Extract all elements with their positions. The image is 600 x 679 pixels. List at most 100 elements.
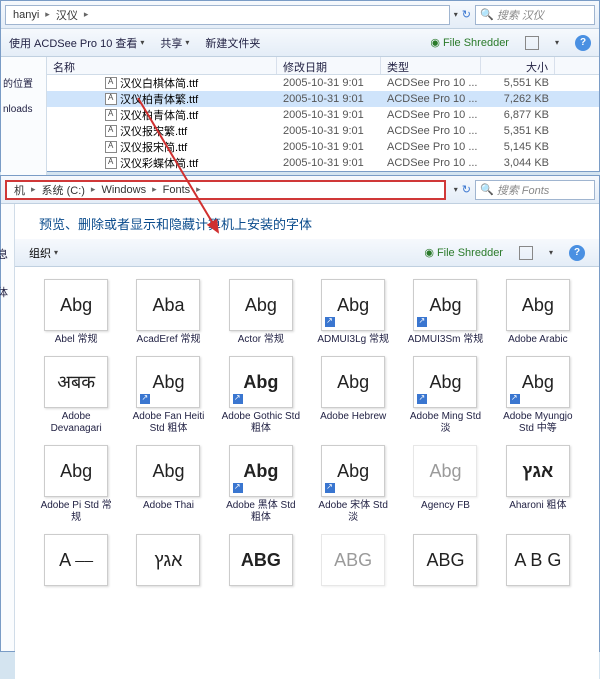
font-name-label: Actor 常规: [238, 334, 284, 346]
crumb[interactable]: 汉仪: [53, 6, 81, 24]
col-date[interactable]: 修改日期: [277, 57, 381, 74]
font-item[interactable]: AbgAdobe 黑体 Std 粗体: [218, 445, 304, 524]
font-sample: Aba: [152, 295, 184, 316]
search-input[interactable]: 🔍 搜索 Fonts: [475, 180, 595, 200]
search-icon: 🔍: [480, 183, 494, 196]
font-item[interactable]: AbaAcadEref 常规: [125, 279, 211, 346]
table-row[interactable]: 汉仪白棋体简.ttf2005-10-31 9:01ACDSee Pro 10 .…: [47, 75, 599, 91]
font-item[interactable]: AbgAdobe Thai: [125, 445, 211, 524]
acdsee-button[interactable]: 使用 ACDSee Pro 10 查看▾: [9, 35, 144, 51]
crumb[interactable]: Windows: [98, 183, 149, 197]
crumb[interactable]: 系统 (C:): [39, 181, 88, 199]
col-type[interactable]: 类型: [381, 57, 481, 74]
shortcut-icon: [139, 393, 151, 405]
font-name-label: ADMUI3Sm 常规: [408, 334, 484, 346]
dropdown-icon[interactable]: ▾: [454, 10, 458, 19]
sidebar-fragment: 息 体: [1, 204, 15, 651]
file-shredder-button[interactable]: ◉ File Shredder: [430, 36, 509, 49]
font-item[interactable]: अबकAdobe Devanagari: [33, 356, 119, 435]
font-item[interactable]: Abg Adobe Arabic: [495, 279, 581, 346]
table-row[interactable]: 汉仪报宋繁.ttf2005-10-31 9:01ACDSee Pro 10 ..…: [47, 123, 599, 139]
shortcut-icon: [509, 393, 521, 405]
font-item[interactable]: AbgAdobe Pi Std 常规: [33, 445, 119, 524]
font-name-label: Adobe Ming Std 淡: [405, 411, 485, 435]
font-item[interactable]: AbgAdobe Hebrew: [310, 356, 396, 435]
view-icon[interactable]: [519, 246, 533, 260]
file-shredder-button[interactable]: ◉ File Shredder: [424, 246, 503, 259]
font-sample: Abg: [60, 461, 92, 482]
table-row[interactable]: 汉仪彩蝶体简.ttf2005-10-31 9:01ACDSee Pro 10 .…: [47, 155, 599, 171]
font-sample: Abg: [243, 461, 278, 482]
font-sample: Abg: [429, 372, 461, 393]
font-item[interactable]: A B G: [495, 534, 581, 589]
font-name-label: Adobe 宋体 Std 淡: [313, 500, 393, 524]
font-item[interactable]: A ⎯⎯: [33, 534, 119, 589]
font-sample: A ⎯⎯: [59, 550, 93, 571]
file-icon: [105, 125, 117, 137]
font-sample: Abg: [245, 295, 277, 316]
font-name-label: Adobe Gothic Std 粗体: [221, 411, 301, 435]
share-button[interactable]: 共享▾: [160, 35, 189, 51]
font-item[interactable]: ABG: [310, 534, 396, 589]
font-sample: Abg: [429, 461, 461, 482]
font-sample: Abg: [522, 372, 554, 393]
font-sample: אגץ: [154, 550, 182, 571]
view-icon[interactable]: [525, 36, 539, 50]
font-item[interactable]: AbgAdobe Fan Heiti Std 粗体: [125, 356, 211, 435]
font-item[interactable]: AbgAbel 常规: [33, 279, 119, 346]
font-item[interactable]: Abg ADMUI3Sm 常规: [402, 279, 488, 346]
col-size[interactable]: 大小: [481, 57, 555, 74]
font-item[interactable]: AbgAdobe Gothic Std 粗体: [218, 356, 304, 435]
chevron-right-icon: ▸: [84, 9, 89, 20]
address-bar: hanyi ▸ 汉仪 ▸ ▾ ↻ 🔍 搜索 汉仪: [1, 1, 599, 29]
dropdown-icon[interactable]: ▾: [454, 185, 458, 194]
address-bar: 机▸ 系统 (C:)▸ Windows▸ Fonts▸ ▾ ↻ 🔍 搜索 Fon…: [1, 176, 599, 204]
toolbar: 使用 ACDSee Pro 10 查看▾ 共享▾ 新建文件夹 ◉ File Sh…: [1, 29, 599, 57]
font-sample: ABG: [334, 550, 372, 571]
shortcut-icon: [416, 393, 428, 405]
help-icon[interactable]: ?: [569, 245, 585, 261]
file-icon: [105, 77, 117, 89]
refresh-icon[interactable]: ↻: [462, 8, 471, 21]
table-row[interactable]: 汉仪报宋简.ttf2005-10-31 9:01ACDSee Pro 10 ..…: [47, 139, 599, 155]
crumb[interactable]: hanyi: [10, 8, 42, 22]
font-item[interactable]: Abg Adobe Ming Std 淡: [402, 356, 488, 435]
font-sample: Abg: [152, 461, 184, 482]
font-item[interactable]: Abg Actor 常规: [218, 279, 304, 346]
font-item[interactable]: AbgAgency FB: [402, 445, 488, 524]
help-icon[interactable]: ?: [575, 35, 591, 51]
font-sample: A B G: [514, 550, 561, 571]
font-name-label: Adobe Arabic: [508, 334, 568, 346]
refresh-icon[interactable]: ↻: [462, 183, 471, 196]
breadcrumb[interactable]: 机▸ 系统 (C:)▸ Windows▸ Fonts▸: [5, 180, 446, 200]
font-item[interactable]: AbgAdobe Myungjo Std 中等: [495, 356, 581, 435]
organize-button[interactable]: 组织▾: [29, 245, 58, 261]
new-folder-button[interactable]: 新建文件夹: [205, 35, 260, 51]
crumb[interactable]: 机: [11, 181, 28, 199]
col-name[interactable]: 名称: [47, 57, 277, 74]
font-item[interactable]: Abg Adobe 宋体 Std 淡: [310, 445, 396, 524]
toolbar: 组织▾ ◉ File Shredder ▾ ?: [15, 239, 599, 267]
font-item[interactable]: אגץAharoni 粗体: [495, 445, 581, 524]
font-item[interactable]: ABG: [218, 534, 304, 589]
file-list: 汉仪白棋体简.ttf2005-10-31 9:01ACDSee Pro 10 .…: [47, 75, 599, 171]
file-icon: [105, 109, 117, 121]
breadcrumb[interactable]: hanyi ▸ 汉仪 ▸: [5, 5, 450, 25]
font-sample: ABG: [241, 550, 281, 571]
shortcut-icon: [232, 393, 244, 405]
search-input[interactable]: 🔍 搜索 汉仪: [475, 5, 595, 25]
page-title: 预览、删除或者显示和隐藏计算机上安装的字体: [15, 204, 599, 239]
font-sample: Abg: [522, 295, 554, 316]
font-sample: Abg: [337, 461, 369, 482]
table-row[interactable]: 汉仪柏青体简.ttf2005-10-31 9:01ACDSee Pro 10 .…: [47, 107, 599, 123]
table-row[interactable]: 汉仪柏青体繁.ttf2005-10-31 9:01ACDSee Pro 10 .…: [47, 91, 599, 107]
shortcut-icon: [416, 316, 428, 328]
font-item[interactable]: אגץ: [125, 534, 211, 589]
font-item[interactable]: ABG: [402, 534, 488, 589]
crumb[interactable]: Fonts: [160, 183, 194, 197]
font-sample: Abg: [337, 372, 369, 393]
font-item[interactable]: AbgADMUI3Lg 常规: [310, 279, 396, 346]
column-headers: 名称 修改日期 类型 大小: [47, 57, 599, 75]
font-sample: Abg: [429, 295, 461, 316]
shortcut-icon: [324, 316, 336, 328]
